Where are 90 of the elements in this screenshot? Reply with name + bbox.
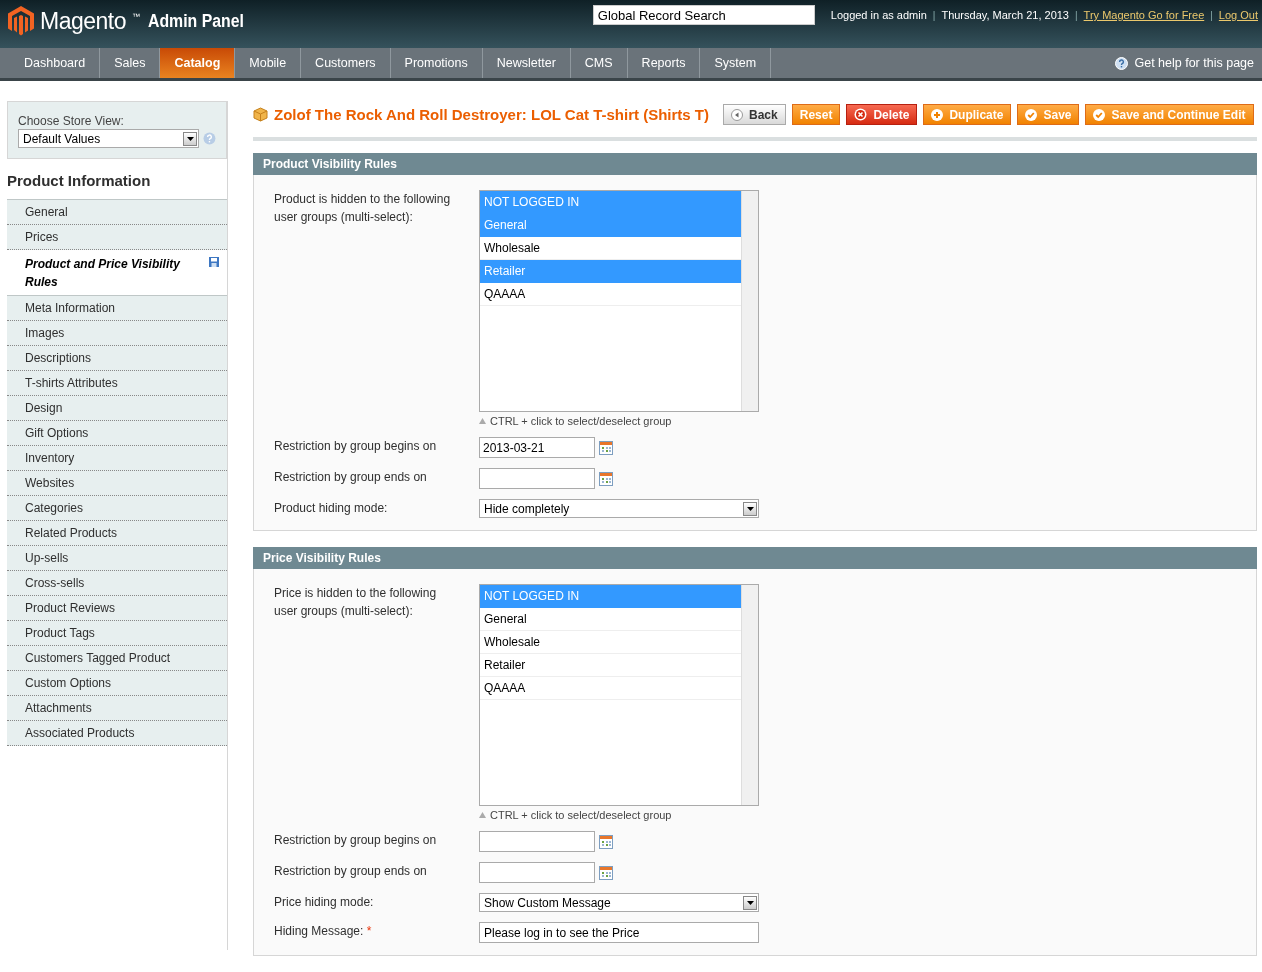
- section-header: Price Visibility Rules: [253, 547, 1257, 569]
- list-option[interactable]: Retailer: [480, 654, 741, 677]
- nav-tab[interactable]: Newsletter: [482, 48, 571, 78]
- box-icon: [253, 107, 268, 122]
- multi-select-list[interactable]: NOT LOGGED IN General Wholesale Retailer QAAAA: [479, 584, 759, 806]
- sidebar-item[interactable]: T-shirts Attributes: [7, 371, 227, 396]
- page-title: Zolof The Rock And Roll Destroyer: LOL Cat T-shirt (Shirts T): [274, 106, 710, 123]
- field-label: Price hiding mode:: [274, 895, 374, 909]
- sidebar-item[interactable]: General: [7, 200, 227, 225]
- calendar-icon[interactable]: [599, 471, 613, 486]
- trademark-mark: ™: [132, 12, 140, 21]
- sidebar-item[interactable]: Websites: [7, 471, 227, 496]
- list-option[interactable]: General: [480, 608, 741, 631]
- list-option[interactable]: QAAAA: [480, 283, 741, 306]
- field-label: Restriction by group begins on: [274, 833, 437, 847]
- nav-tab[interactable]: Dashboard: [10, 48, 101, 78]
- sidebar-item[interactable]: Custom Options: [7, 671, 227, 696]
- separator: |: [1210, 9, 1213, 21]
- nav-tab[interactable]: System: [700, 48, 772, 78]
- field-label: Restriction by group begins on: [274, 439, 437, 453]
- current-date: Thursday, March 21, 2013: [941, 9, 1069, 21]
- action-button[interactable]: Back: [723, 104, 786, 125]
- multi-select-list[interactable]: NOT LOGGED IN General Wholesale Retailer QAAAA: [479, 190, 759, 412]
- sidebar-item[interactable]: Images: [7, 321, 227, 346]
- delete-icon: [854, 108, 868, 121]
- nav-tab[interactable]: Promotions: [390, 48, 483, 78]
- sidebar-item[interactable]: Inventory: [7, 446, 227, 471]
- date-field[interactable]: [479, 468, 595, 489]
- section-header: Product Visibility Rules: [253, 153, 1257, 175]
- sidebar-item[interactable]: Attachments: [7, 696, 227, 721]
- calendar-icon[interactable]: [599, 834, 613, 849]
- dropdown-field[interactable]: Show Custom Message: [479, 893, 759, 912]
- nav-tab[interactable]: Customers: [301, 48, 391, 78]
- hint-text: CTRL + click to select/deselect group: [490, 809, 672, 821]
- calendar-icon[interactable]: [599, 865, 613, 880]
- checkmark-icon: [1025, 108, 1038, 121]
- checkmark-icon: [1093, 108, 1106, 121]
- calendar-icon[interactable]: [599, 440, 613, 455]
- sidebar-item[interactable]: Customers Tagged Product: [7, 646, 227, 671]
- header-link[interactable]: Log Out: [1218, 9, 1258, 21]
- field-label: Hiding Message:: [274, 924, 364, 938]
- required-mark: *: [366, 924, 372, 938]
- store-view-label: Choose Store View:: [18, 114, 125, 128]
- logo-text: Magento: [40, 7, 126, 35]
- nav-tab[interactable]: CMS: [570, 48, 628, 78]
- sidebar-item[interactable]: Product Reviews: [7, 596, 227, 621]
- field-label: Price is hidden to the following user groups (multi-select):: [274, 586, 437, 618]
- date-field[interactable]: [479, 831, 595, 852]
- date-field[interactable]: 2013-03-21: [479, 437, 595, 458]
- action-button[interactable]: Delete: [846, 104, 918, 125]
- sidebar-item[interactable]: Up-sells: [7, 546, 227, 571]
- sidebar-item[interactable]: Related Products: [7, 521, 227, 546]
- nav-tab[interactable]: Mobile: [235, 48, 302, 78]
- help-link[interactable]: Get help for this page: [1134, 56, 1254, 70]
- field-label: Restriction by group ends on: [274, 470, 427, 484]
- user-status: Logged in as admin: [830, 9, 927, 21]
- triangle-icon: [479, 812, 486, 818]
- global-search-field[interactable]: Global Record Search: [592, 5, 815, 25]
- scrollbar[interactable]: [741, 585, 758, 805]
- separator: |: [1075, 9, 1078, 21]
- sidebar-item[interactable]: Categories: [7, 496, 227, 521]
- sidebar-item[interactable]: Cross-sells: [7, 571, 227, 596]
- list-option[interactable]: Wholesale: [480, 631, 741, 654]
- store-view-dropdown[interactable]: Default Values: [18, 129, 200, 148]
- triangle-icon: [479, 418, 486, 424]
- sidebar-item[interactable]: Product Tags: [7, 621, 227, 646]
- sidebar-item[interactable]: Descriptions: [7, 346, 227, 371]
- field-label: Restriction by group ends on: [274, 864, 427, 878]
- nav-tab[interactable]: Catalog: [160, 48, 236, 78]
- field-label: Product is hidden to the following user groups (multi-select):: [274, 192, 451, 224]
- dropdown-field[interactable]: Hide completely: [479, 499, 759, 518]
- sidebar-item[interactable]: Prices: [7, 225, 227, 250]
- date-field[interactable]: [479, 862, 595, 883]
- separator: |: [932, 9, 936, 21]
- scrollbar[interactable]: [741, 191, 758, 411]
- field-label: Product hiding mode:: [274, 501, 388, 515]
- sidebar-item[interactable]: Gift Options: [7, 421, 227, 446]
- list-option[interactable]: QAAAA: [480, 677, 741, 700]
- sidebar-item[interactable]: Associated Products: [7, 721, 227, 746]
- plus-icon: [931, 108, 944, 121]
- header-link[interactable]: Try Magento Go for Free: [1083, 9, 1205, 21]
- nav-tab[interactable]: Reports: [627, 48, 701, 78]
- sidebar-item[interactable]: Meta Information: [7, 296, 227, 321]
- hint-text: CTRL + click to select/deselect group: [490, 415, 672, 427]
- text-field[interactable]: Please log in to see the Price: [479, 922, 759, 943]
- sidebar-item[interactable]: Design: [7, 396, 227, 421]
- help-icon[interactable]: [1115, 56, 1129, 70]
- logo-icon: [8, 6, 34, 36]
- sidebar-heading: Product Information: [7, 171, 152, 191]
- logo-subtitle: Admin Panel: [148, 10, 244, 32]
